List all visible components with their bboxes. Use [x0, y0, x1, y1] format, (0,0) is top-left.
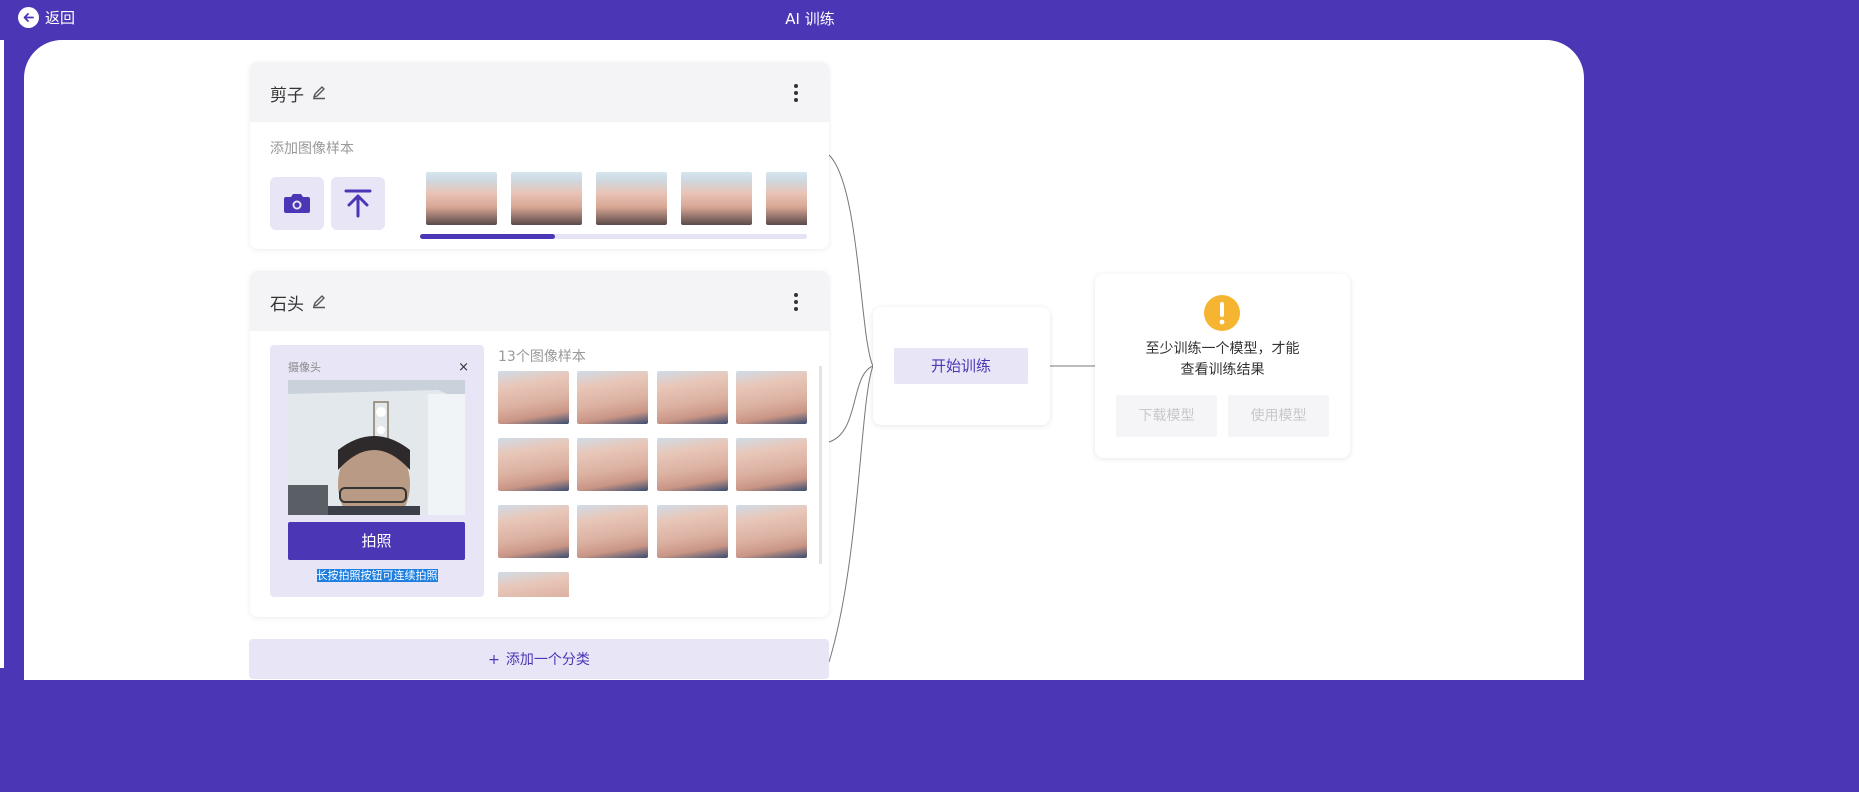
- pencil-icon[interactable]: [311, 293, 327, 309]
- warning-line-1: 至少训练一个模型，才能: [1145, 341, 1300, 357]
- add-samples-label: 添加图像样本: [270, 141, 354, 157]
- class-name: 剪子: [270, 86, 304, 106]
- warning-line-2: 查看训练结果: [1180, 362, 1265, 378]
- add-class-button[interactable]: + 添加一个分类: [249, 639, 829, 679]
- sample-thumbnail[interactable]: [736, 371, 807, 424]
- plus-icon: +: [488, 652, 500, 668]
- connector-class-1: [828, 154, 874, 367]
- sample-thumbnail[interactable]: [657, 438, 728, 491]
- train-button[interactable]: 开始训练: [894, 348, 1028, 384]
- sample-thumbnail[interactable]: [498, 371, 569, 424]
- sample-thumbnail[interactable]: [577, 505, 648, 558]
- use-model-button[interactable]: 使用模型: [1228, 395, 1329, 437]
- sample-thumbnail[interactable]: [596, 172, 667, 225]
- sample-count-label: 13个图像样本: [498, 349, 586, 365]
- webcam-title: 摄像头: [288, 361, 321, 374]
- sample-thumbnail[interactable]: [577, 371, 648, 424]
- connector-add: [828, 365, 874, 663]
- capture-button[interactable]: 拍照: [288, 522, 465, 560]
- upload-icon: [344, 189, 372, 218]
- capture-hint: 长按拍照按钮可连续拍照: [270, 567, 484, 583]
- sample-grid[interactable]: [498, 371, 809, 597]
- webcam-feed-image: [288, 380, 465, 515]
- sample-thumbnail[interactable]: [736, 438, 807, 491]
- class-card-2: 石头 摄像头 × 拍照 长按拍照按钮可连续拍照 13个图像样本: [250, 271, 829, 617]
- close-icon[interactable]: ×: [458, 360, 469, 375]
- result-card: 至少训练一个模型，才能 查看训练结果 下载模型 使用模型: [1095, 274, 1350, 458]
- sample-thumbnail[interactable]: [426, 172, 497, 225]
- sample-thumbnail[interactable]: [657, 505, 728, 558]
- webcam-panel: 摄像头 × 拍照 长按拍照按钮可连续拍照: [270, 345, 484, 597]
- scroll-thumb[interactable]: [420, 234, 556, 239]
- warning-icon: [1204, 295, 1240, 331]
- sample-strip[interactable]: [426, 172, 807, 227]
- sample-thumbnail[interactable]: [511, 172, 582, 225]
- class-card-1: 剪子 添加图像样本: [250, 62, 829, 249]
- sample-thumbnail[interactable]: [736, 505, 807, 558]
- webcam-button[interactable]: [270, 177, 324, 230]
- camera-icon: [284, 194, 310, 213]
- sample-thumbnail[interactable]: [681, 172, 752, 225]
- more-vertical-icon[interactable]: [787, 82, 805, 102]
- sample-thumbnail[interactable]: [766, 172, 807, 225]
- scroll-track[interactable]: [420, 234, 807, 239]
- sample-thumbnail[interactable]: [577, 438, 648, 491]
- webcam-preview: [288, 380, 465, 515]
- more-vertical-icon[interactable]: [787, 291, 805, 311]
- add-class-label: 添加一个分类: [505, 652, 590, 668]
- scrollbar[interactable]: [819, 366, 822, 564]
- sample-thumbnail[interactable]: [498, 572, 569, 597]
- class-name: 石头: [270, 295, 304, 315]
- class-header: 剪子: [250, 62, 829, 122]
- pencil-icon[interactable]: [311, 84, 327, 100]
- training-card: 开始训练: [873, 307, 1050, 425]
- capture-hint-text: 长按拍照按钮可连续拍照: [316, 569, 438, 582]
- class-header: 石头: [250, 271, 829, 331]
- download-model-button[interactable]: 下载模型: [1116, 395, 1217, 437]
- sample-thumbnail[interactable]: [498, 505, 569, 558]
- sample-thumbnail[interactable]: [498, 438, 569, 491]
- upload-button[interactable]: [331, 177, 385, 230]
- sample-thumbnail[interactable]: [657, 371, 728, 424]
- warning-message: 至少训练一个模型，才能 查看训练结果: [1095, 339, 1350, 381]
